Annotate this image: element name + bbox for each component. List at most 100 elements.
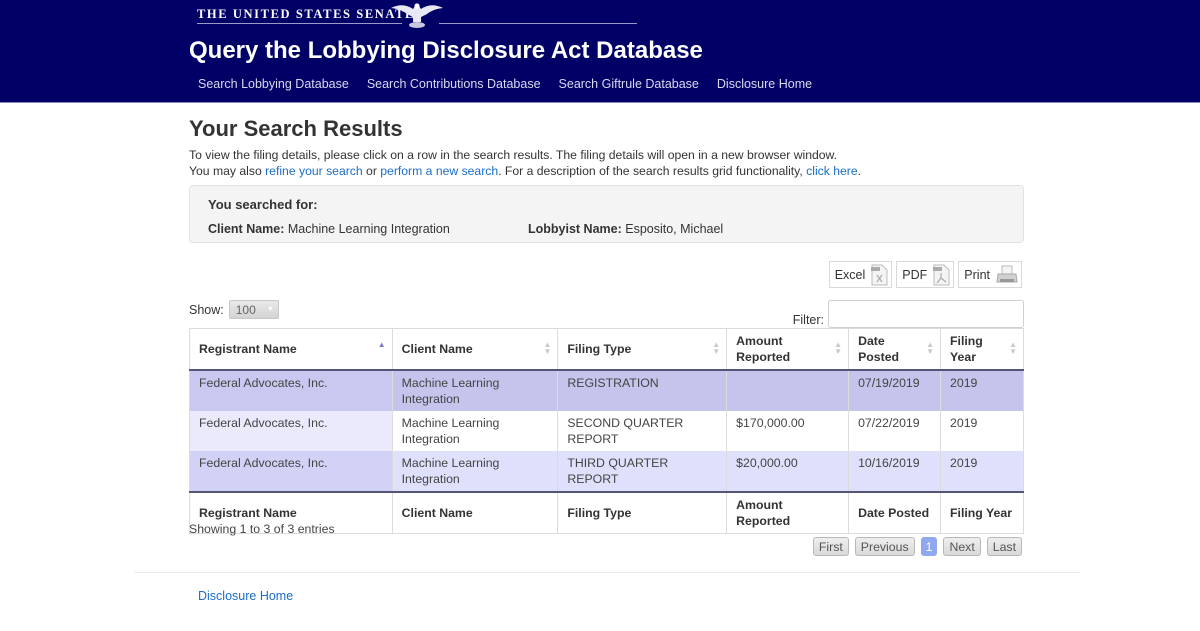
sort-icon: ▲ ▼ — [926, 340, 935, 356]
column-header-label: Amount Reported — [736, 334, 791, 364]
sort-icon: ▲ ▼ — [834, 340, 843, 356]
sort-ascending-icon: ▲ — [377, 340, 386, 349]
column-header-label: Client Name — [401, 342, 473, 356]
chevron-down-icon: ▼ — [266, 306, 274, 313]
show-label: Show: — [189, 302, 224, 317]
site-title: Query the Lobbying Disclosure Act Databa… — [189, 37, 703, 64]
criteria-client-label: Client Name: — [208, 222, 285, 236]
cell-client: Machine Learning Integration — [391, 451, 559, 492]
nav-search-lobbying[interactable]: Search Lobbying Database — [189, 77, 358, 91]
footer-header-client: Client Name — [391, 491, 559, 534]
criteria-lobbyist-label: Lobbyist Name: — [528, 222, 622, 236]
next-page-button[interactable]: Next — [943, 537, 981, 556]
intro-text-fragment: or — [362, 164, 381, 178]
column-header-amount[interactable]: Amount Reported ▲ ▼ — [726, 328, 850, 371]
filter-label: Filter: — [792, 313, 824, 327]
column-header-client[interactable]: Client Name ▲ ▼ — [391, 328, 559, 371]
current-page-button[interactable]: 1 — [920, 537, 938, 556]
search-criteria-panel: You searched for: Client Name: Machine L… — [189, 185, 1024, 243]
nav-search-giftrule[interactable]: Search Giftrule Database — [550, 77, 708, 91]
cell-filing-year: 2019 — [940, 411, 1024, 451]
nav-search-contributions[interactable]: Search Contributions Database — [358, 77, 550, 91]
table-row[interactable]: Federal Advocates, Inc. Machine Learning… — [189, 370, 1024, 411]
filter-input[interactable] — [828, 300, 1024, 328]
intro-text-fragment: . For a description of the search result… — [498, 164, 807, 178]
results-table: Registrant Name ▲ Client Name ▲ ▼ Filing Ty… — [189, 328, 1024, 534]
banner-rule — [197, 23, 402, 24]
page-length-value: 100 — [235, 302, 256, 317]
cell-registrant: Federal Advocates, Inc. — [189, 451, 393, 492]
senate-banner: THE UNITED STATES SENATE — [197, 3, 637, 28]
table-row[interactable]: Federal Advocates, Inc. Machine Learning… — [189, 451, 1024, 492]
page-title: Your Search Results — [189, 116, 403, 141]
pagination: First Previous 1 Next Last — [812, 537, 1022, 556]
criteria-lobbyist: Lobbyist Name: Esposito, Michael — [528, 222, 723, 236]
column-header-filing-year[interactable]: Filing Year ▲ ▼ — [940, 328, 1024, 371]
refine-search-link[interactable]: refine your search — [265, 164, 363, 178]
filter-control: Filter: — [793, 300, 1024, 328]
export-pdf-label: PDF — [902, 267, 928, 282]
table-row[interactable]: Federal Advocates, Inc. Machine Learning… — [189, 411, 1024, 451]
grid-help-link[interactable]: click here — [806, 164, 857, 178]
page-length-control: Show: 100 ▼ — [189, 300, 279, 319]
top-nav: Search Lobbying Database Search Contribu… — [189, 77, 821, 91]
cell-amount: $20,000.00 — [726, 451, 850, 492]
cell-amount: $170,000.00 — [726, 411, 850, 451]
column-header-date-posted[interactable]: Date Posted ▲ ▼ — [848, 328, 942, 371]
cell-date-posted: 07/19/2019 — [848, 370, 942, 411]
column-header-label: Date Posted — [858, 334, 900, 364]
nav-disclosure-home[interactable]: Disclosure Home — [708, 77, 821, 91]
export-toolbar: Excel PDF Print — [828, 261, 1022, 288]
column-header-filing-type[interactable]: Filing Type ▲ ▼ — [557, 328, 728, 371]
criteria-lobbyist-value: Esposito, Michael — [621, 222, 724, 236]
table-info: Showing 1 to 3 of 3 entries — [189, 522, 335, 536]
cell-registrant: Federal Advocates, Inc. — [189, 370, 393, 411]
search-criteria-title: You searched for: — [208, 197, 318, 212]
column-header-registrant[interactable]: Registrant Name ▲ — [189, 328, 393, 371]
main-content: Your Search Results To view the filing d… — [189, 116, 1024, 556]
export-excel-button[interactable]: Excel — [828, 261, 893, 288]
banner-rule — [439, 23, 637, 24]
table-body: Federal Advocates, Inc. Machine Learning… — [189, 370, 1024, 492]
table-header: Registrant Name ▲ Client Name ▲ ▼ Filing Ty… — [189, 328, 1024, 371]
column-header-label: Registrant Name — [199, 342, 297, 356]
cell-filing-year: 2019 — [940, 451, 1024, 492]
site-header: THE UNITED STATES SENATE Query the Lobby… — [0, 0, 1200, 103]
cell-client: Machine Learning Integration — [391, 370, 559, 411]
cell-date-posted: 07/22/2019 — [848, 411, 942, 451]
print-button[interactable]: Print — [958, 261, 1022, 288]
printer-icon — [996, 265, 1018, 282]
sort-icon: ▲ ▼ — [543, 340, 552, 356]
intro-line-1: To view the filing details, please click… — [189, 148, 838, 162]
criteria-client-value: Machine Learning Integration — [284, 222, 450, 236]
criteria-client: Client Name: Machine Learning Integratio… — [208, 222, 450, 236]
export-pdf-button[interactable]: PDF — [896, 261, 955, 288]
footer-header-date-posted: Date Posted — [848, 491, 942, 534]
cell-filing-type: REGISTRATION — [557, 370, 728, 411]
footer-header-filing-year: Filing Year — [940, 491, 1024, 534]
intro-text-fragment: . — [857, 164, 862, 178]
last-page-button[interactable]: Last — [986, 537, 1022, 556]
cell-registrant: Federal Advocates, Inc. — [189, 411, 393, 451]
footer-disclosure-home-link[interactable]: Disclosure Home — [198, 589, 293, 603]
cell-date-posted: 10/16/2019 — [848, 451, 942, 492]
intro-text-fragment: You may also — [189, 164, 266, 178]
first-page-button[interactable]: First — [812, 537, 849, 556]
senate-eagle-icon — [391, 3, 443, 28]
sort-icon: ▲ ▼ — [712, 340, 721, 356]
print-label: Print — [964, 267, 990, 282]
sort-icon: ▲ ▼ — [1009, 340, 1017, 356]
page-length-select[interactable]: 100 ▼ — [228, 300, 279, 319]
cell-client: Machine Learning Integration — [391, 411, 559, 451]
pdf-file-icon — [933, 264, 950, 285]
footer-divider — [134, 572, 1080, 573]
export-excel-label: Excel — [834, 267, 866, 282]
column-header-label: Filing Year — [950, 334, 983, 364]
cell-amount — [726, 370, 850, 411]
excel-file-icon — [871, 264, 888, 285]
new-search-link[interactable]: perform a new search — [380, 164, 498, 178]
previous-page-button[interactable]: Previous — [854, 537, 915, 556]
footer-header-amount: Amount Reported — [726, 491, 850, 534]
cell-filing-type: SECOND QUARTER REPORT — [557, 411, 728, 451]
column-header-label: Filing Type — [567, 342, 632, 356]
